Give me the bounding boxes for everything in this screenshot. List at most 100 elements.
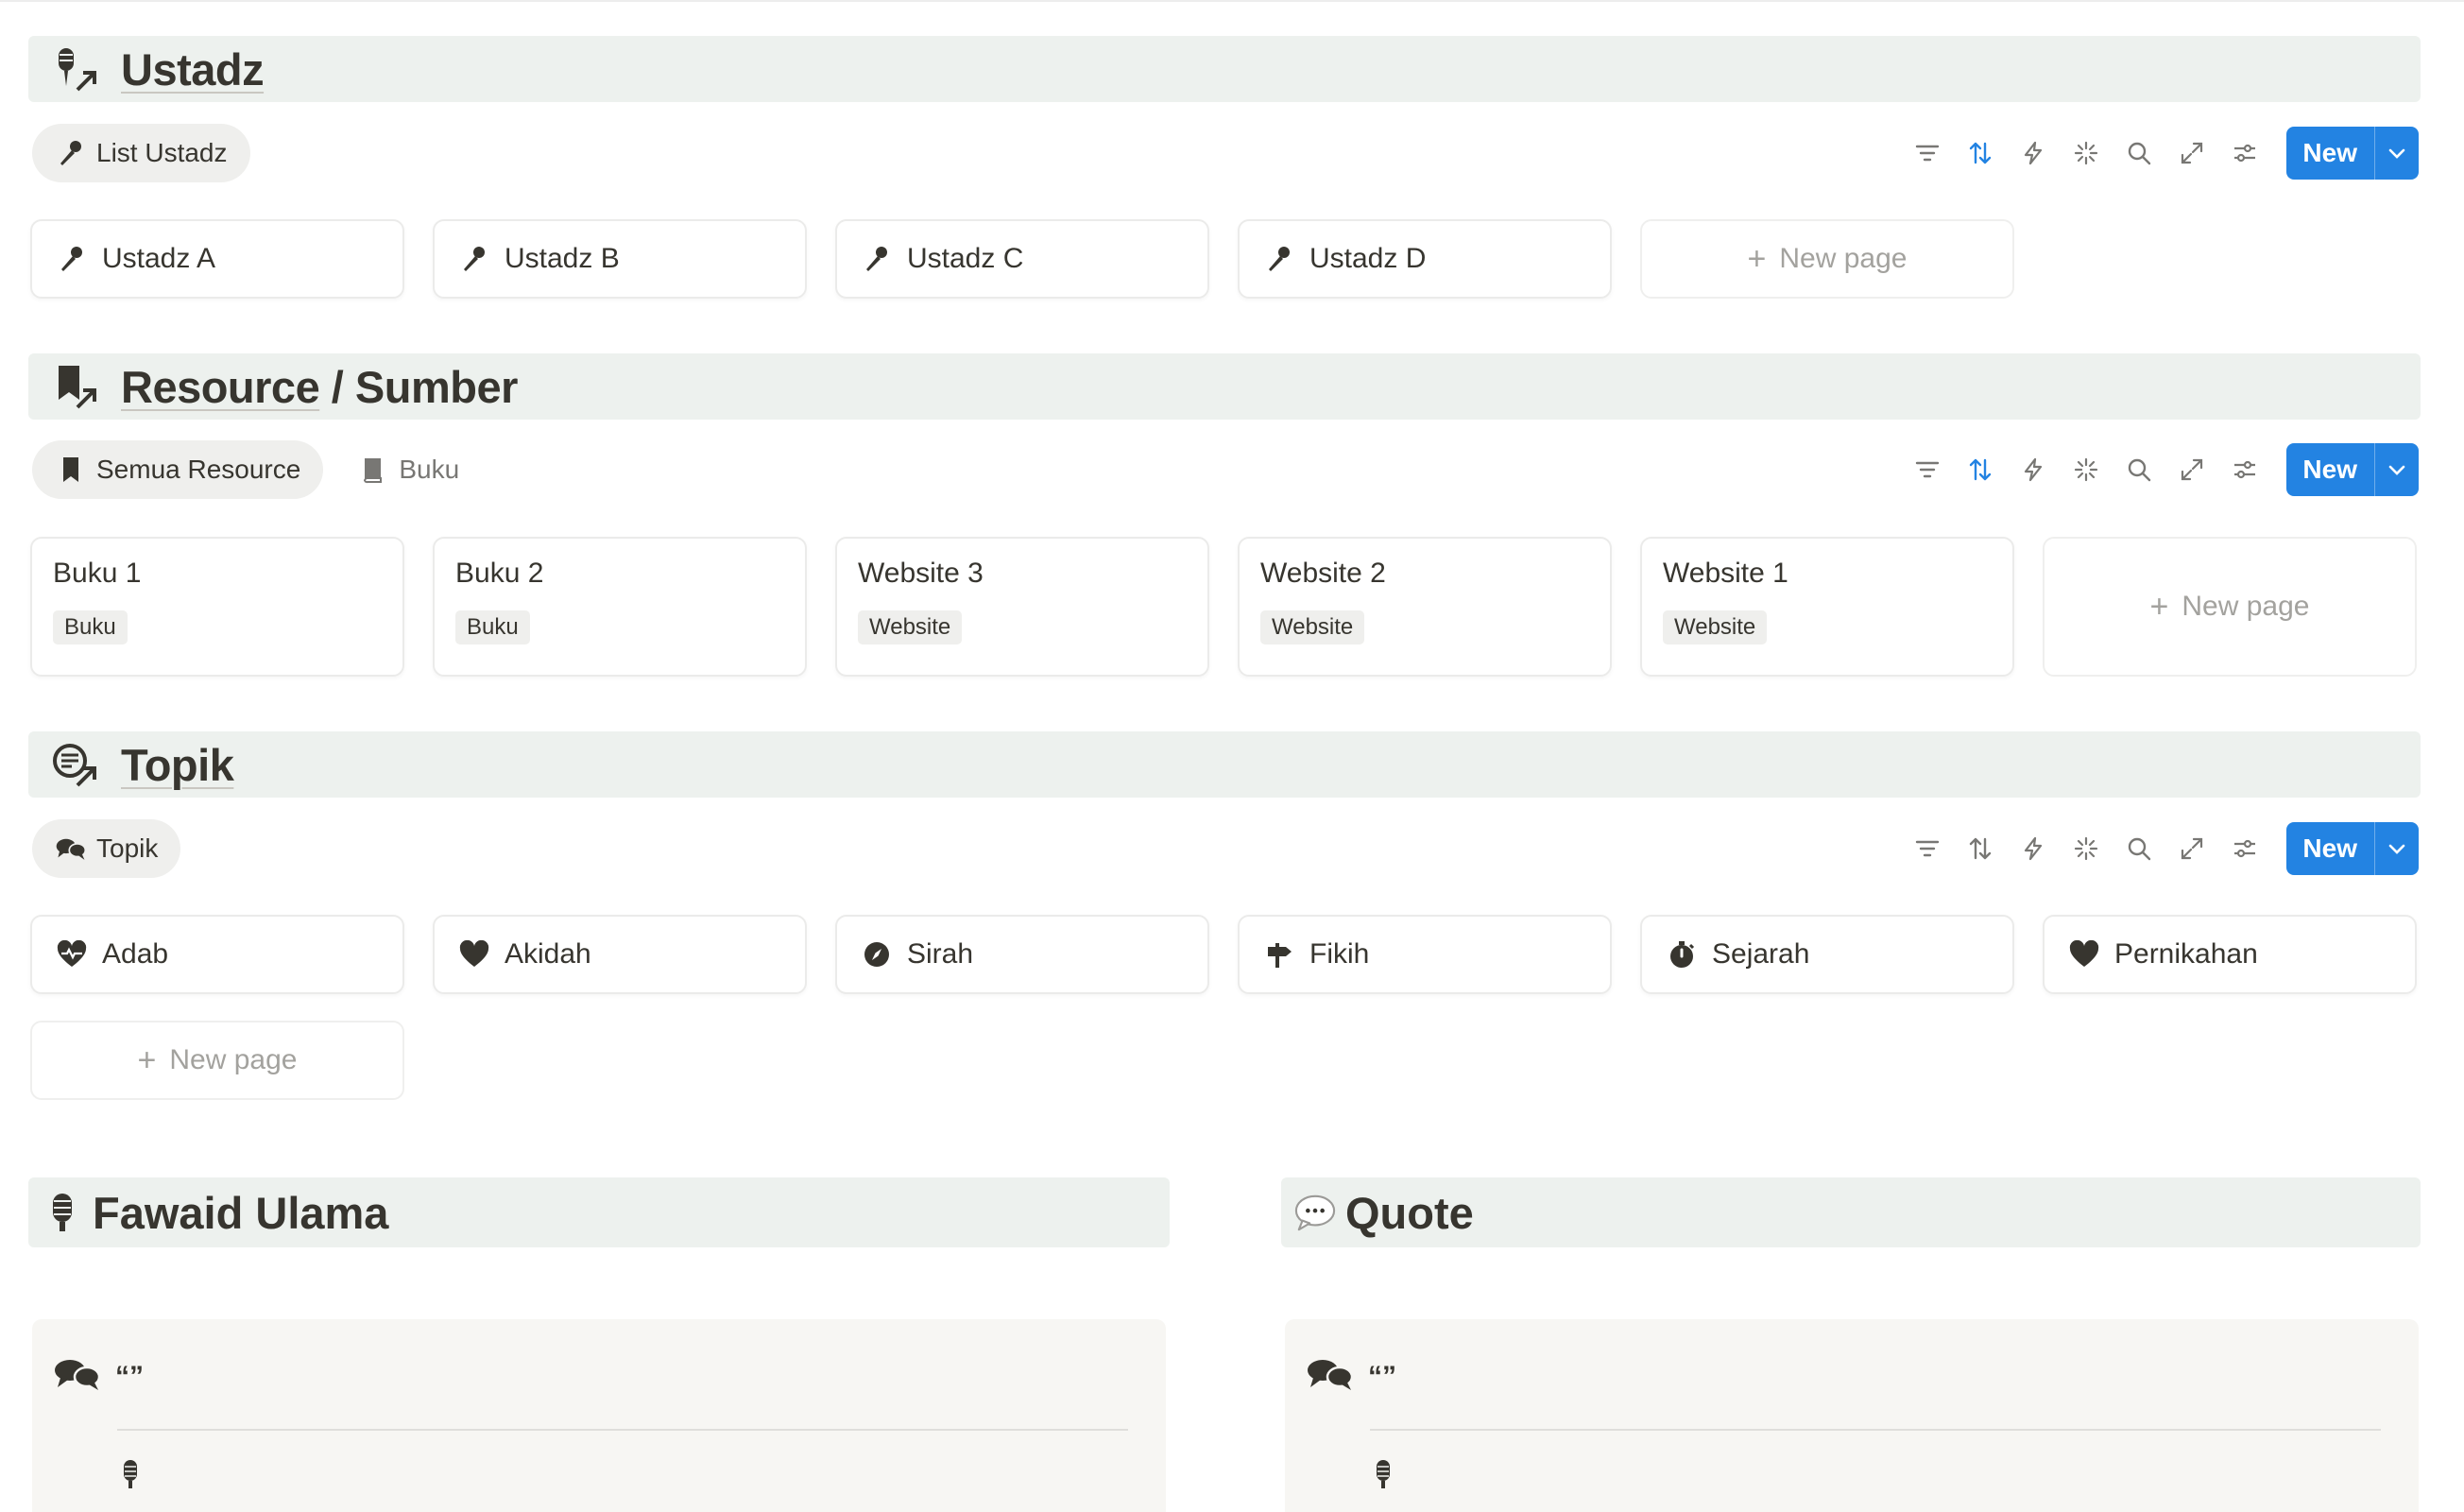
quote-head: “” xyxy=(1306,1357,1396,1396)
resource-view-row: Semua Resource Buku New xyxy=(32,440,2419,499)
timer-icon xyxy=(1665,937,1699,971)
view-toolbar: New xyxy=(1901,127,2419,180)
section-resource-header: Resource / Sumber xyxy=(28,353,2421,420)
filter-icon[interactable] xyxy=(1901,127,1954,180)
chevron-down-icon[interactable] xyxy=(2375,127,2419,180)
fawaid-quote-card[interactable]: “” xyxy=(32,1319,1166,1512)
settings-sliders-icon[interactable] xyxy=(2218,443,2271,496)
ai-sparkle-icon[interactable] xyxy=(2060,443,2113,496)
topik-card[interactable]: Sejarah xyxy=(1640,915,2014,994)
chat-bubbles-icon xyxy=(53,1357,102,1396)
new-page-card[interactable]: + New page xyxy=(1640,219,2014,299)
microphone-icon xyxy=(1262,242,1296,276)
card-title: Ustadz B xyxy=(505,243,620,274)
ai-sparkle-icon[interactable] xyxy=(2060,822,2113,875)
divider xyxy=(1370,1429,2381,1431)
card-title: Pernikahan xyxy=(2114,938,2258,970)
tab-semua-resource[interactable]: Semua Resource xyxy=(32,440,324,499)
microphone-icon xyxy=(457,242,491,276)
topik-card[interactable]: Akidah xyxy=(433,915,807,994)
section-topik-header: Topik xyxy=(28,731,2421,798)
new-page-card[interactable]: + New page xyxy=(30,1021,404,1100)
section-quote-header: Quote xyxy=(1281,1177,2421,1247)
type-tag: Website xyxy=(858,610,963,644)
quote-card[interactable]: “” xyxy=(1285,1319,2419,1512)
card-title: Adab xyxy=(102,938,169,970)
section-title[interactable]: Resource / Sumber xyxy=(121,361,518,413)
microphone-icon xyxy=(55,242,89,276)
microphone-icon xyxy=(119,1459,142,1494)
filter-icon[interactable] xyxy=(1901,822,1954,875)
type-tag: Buku xyxy=(53,610,128,644)
topik-card[interactable]: Pernikahan xyxy=(2043,915,2417,994)
card-title: Ustadz C xyxy=(907,243,1024,274)
card-title: Buku 1 xyxy=(53,558,142,589)
section-title[interactable]: Ustadz xyxy=(121,43,265,95)
new-button[interactable]: New xyxy=(2286,822,2419,875)
expand-icon[interactable] xyxy=(2165,127,2218,180)
section-title: Quote xyxy=(1345,1187,1474,1238)
sort-icon[interactable] xyxy=(1954,443,2007,496)
tab-list-ustadz[interactable]: List Ustadz xyxy=(32,124,250,182)
new-page-label: New page xyxy=(169,1044,298,1075)
sort-icon[interactable] xyxy=(1954,127,2007,180)
search-icon[interactable] xyxy=(2113,443,2165,496)
ai-sparkle-icon[interactable] xyxy=(2060,127,2113,180)
section-ustadz-header: Ustadz xyxy=(28,36,2421,102)
automation-bolt-icon[interactable] xyxy=(2007,127,2060,180)
ustadz-card[interactable]: Ustadz C xyxy=(835,219,1209,299)
card-title: Akidah xyxy=(505,938,591,970)
automation-bolt-icon[interactable] xyxy=(2007,443,2060,496)
resource-card[interactable]: Website 3 Website xyxy=(835,537,1209,677)
type-tag: Website xyxy=(1260,610,1365,644)
chat-bubbles-arrow-icon xyxy=(49,738,102,791)
chevron-down-icon[interactable] xyxy=(2375,443,2419,496)
type-tag: Buku xyxy=(455,610,530,644)
new-button[interactable]: New xyxy=(2286,127,2419,180)
microphone-icon xyxy=(860,242,894,276)
topik-card[interactable]: Fikih xyxy=(1238,915,1612,994)
card-title: Ustadz A xyxy=(102,243,216,274)
section-title[interactable]: Topik xyxy=(121,739,234,791)
chevron-down-icon[interactable] xyxy=(2375,822,2419,875)
tab-buku[interactable]: Buku xyxy=(334,440,482,499)
resource-card[interactable]: Website 2 Website xyxy=(1238,537,1612,677)
topik-card[interactable]: Adab xyxy=(30,915,404,994)
sort-icon[interactable] xyxy=(1954,822,2007,875)
topik-card[interactable]: Sirah xyxy=(835,915,1209,994)
resource-card[interactable]: Buku 1 Buku xyxy=(30,537,404,677)
ustadz-card[interactable]: Ustadz D xyxy=(1238,219,1612,299)
plus-icon: + xyxy=(1747,240,1767,277)
section-fawaid-header: Fawaid Ulama xyxy=(28,1177,1170,1247)
search-icon[interactable] xyxy=(2113,127,2165,180)
settings-sliders-icon[interactable] xyxy=(2218,127,2271,180)
new-page-card[interactable]: + New page xyxy=(2043,537,2417,677)
new-button-label[interactable]: New xyxy=(2286,822,2375,875)
tab-label: Topik xyxy=(96,833,159,863)
plus-icon: + xyxy=(137,1041,157,1078)
resource-card[interactable]: Buku 2 Buku xyxy=(433,537,807,677)
chat-bubbles-icon xyxy=(55,833,87,865)
search-icon[interactable] xyxy=(2113,822,2165,875)
tab-label: List Ustadz xyxy=(96,138,228,167)
resource-card[interactable]: Website 1 Website xyxy=(1640,537,2014,677)
tab-topik[interactable]: Topik xyxy=(32,819,181,878)
expand-icon[interactable] xyxy=(2165,443,2218,496)
page: Ustadz List Ustadz New Ustadz A Ustadz B… xyxy=(0,0,2464,1512)
filter-icon[interactable] xyxy=(1901,443,1954,496)
card-title: Website 3 xyxy=(858,558,984,589)
automation-bolt-icon[interactable] xyxy=(2007,822,2060,875)
ustadz-card[interactable]: Ustadz B xyxy=(433,219,807,299)
ustadz-card[interactable]: Ustadz A xyxy=(30,219,404,299)
new-button-label[interactable]: New xyxy=(2286,127,2375,180)
settings-sliders-icon[interactable] xyxy=(2218,822,2271,875)
new-button-label[interactable]: New xyxy=(2286,443,2375,496)
card-title: Website 1 xyxy=(1663,558,1788,589)
chat-bubbles-icon xyxy=(1306,1357,1355,1396)
heart-icon xyxy=(457,937,491,971)
microphone-arrow-icon xyxy=(49,43,102,95)
plus-icon: + xyxy=(2149,588,2169,625)
expand-icon[interactable] xyxy=(2165,822,2218,875)
new-button[interactable]: New xyxy=(2286,443,2419,496)
bookmark-icon xyxy=(55,454,87,486)
